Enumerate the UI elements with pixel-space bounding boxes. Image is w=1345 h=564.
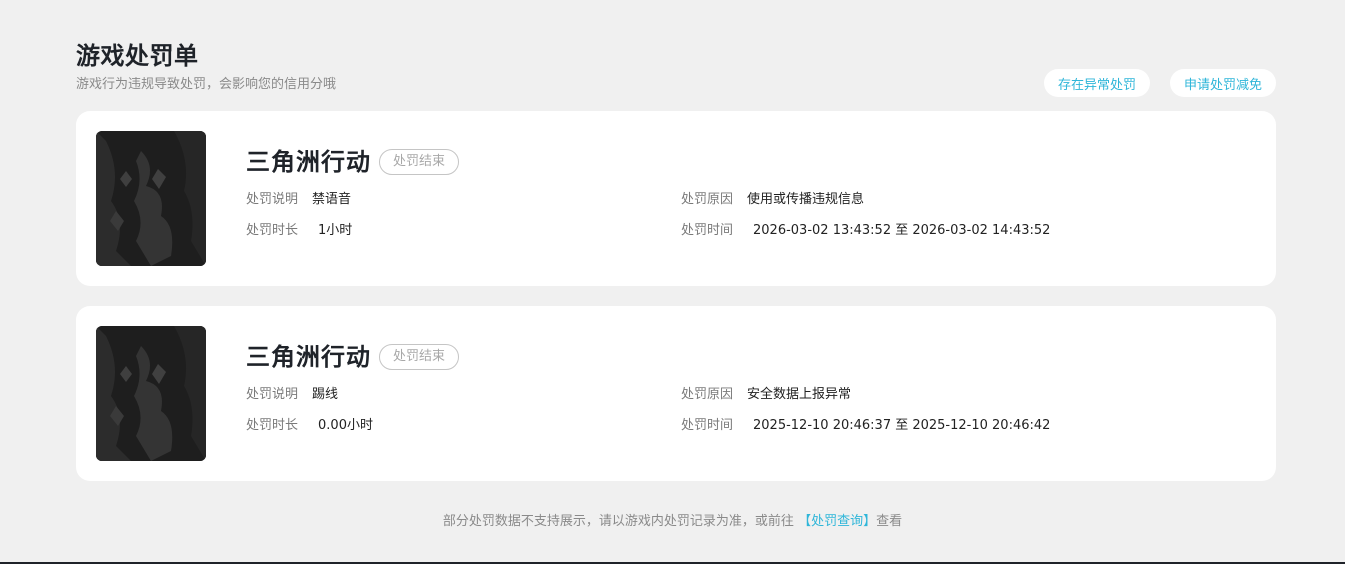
- top-actions: 存在异常处罚 申请处罚减免: [1043, 69, 1276, 97]
- penalty-reason-label: 处罚原因: [681, 387, 734, 402]
- status-badge: 处罚结束: [379, 149, 460, 175]
- penalty-reason-value: 安全数据上报异常: [747, 387, 852, 402]
- penalty-duration-value: 1小时: [318, 223, 353, 238]
- penalty-reason-value: 使用或传播违规信息: [747, 192, 865, 207]
- penalty-description-value: 踢线: [312, 387, 339, 402]
- penalty-time-label: 处罚时间: [681, 418, 734, 433]
- penalty-time-value: 2025-12-10 20:46:37 至 2025-12-10 20:46:4…: [753, 418, 1051, 433]
- penalty-duration: 处罚时长 0.00小时: [246, 417, 373, 435]
- game-title: 三角洲行动: [246, 148, 371, 176]
- game-title: 三角洲行动: [246, 343, 371, 371]
- penalty-description: 处罚说明 禁语音: [246, 191, 351, 209]
- footer-note-text: 部分处罚数据不支持展示，请以游戏内处罚记录为准，或前往: [442, 514, 794, 529]
- game-cover-image: [96, 131, 206, 266]
- penalty-reason-label: 处罚原因: [681, 192, 734, 207]
- game-cover-art: [96, 326, 206, 461]
- penalty-card: 三角洲行动 处罚结束 处罚说明 踢线 处罚时长 0.00小时 处罚原因 安全数据上报异…: [76, 306, 1276, 481]
- penalty-card: 三角洲行动 处罚结束 处罚说明 禁语音 处罚时长 1小时 处罚原因 使用或传播违规信息…: [76, 111, 1276, 286]
- penalty-description: 处罚说明 踢线: [246, 386, 338, 404]
- penalty-reason: 处罚原因 使用或传播违规信息: [681, 191, 864, 209]
- footer-note-suffix: 查看: [876, 514, 903, 529]
- penalty-time: 处罚时间 2025-12-10 20:46:37 至 2025-12-10 20:…: [681, 417, 1050, 435]
- page-header: 游戏处罚单 游戏行为违规导致处罚，会影响您的信用分哦: [76, 40, 336, 94]
- page-subtitle: 游戏行为违规导致处罚，会影响您的信用分哦: [76, 77, 337, 92]
- page-title: 游戏处罚单: [76, 42, 199, 70]
- penalty-time: 处罚时间 2026-03-02 13:43:52 至 2026-03-02 14:…: [681, 222, 1050, 240]
- abnormal-penalty-button[interactable]: 存在异常处罚: [1043, 69, 1150, 97]
- penalty-duration-value: 0.00小时: [318, 418, 373, 433]
- penalty-duration: 处罚时长 1小时: [246, 222, 352, 240]
- penalty-reason: 处罚原因 安全数据上报异常: [681, 386, 851, 404]
- penalty-time-label: 处罚时间: [681, 223, 734, 238]
- penalty-description-value: 禁语音: [312, 192, 352, 207]
- penalty-query-link[interactable]: 【处罚查询】: [798, 514, 876, 529]
- appeal-reduction-button[interactable]: 申请处罚减免: [1169, 69, 1276, 97]
- penalty-time-value: 2026-03-02 13:43:52 至 2026-03-02 14:43:5…: [753, 223, 1051, 238]
- footer-note: 部分处罚数据不支持展示，请以游戏内处罚记录为准，或前往 【处罚查询】查看: [0, 513, 1345, 531]
- penalty-description-label: 处罚说明: [246, 192, 299, 207]
- penalty-description-label: 处罚说明: [246, 387, 299, 402]
- status-badge: 处罚结束: [379, 344, 460, 370]
- game-cover-image: [96, 326, 206, 461]
- penalty-duration-label: 处罚时长: [246, 418, 299, 433]
- penalty-duration-label: 处罚时长: [246, 223, 299, 238]
- game-cover-art: [96, 131, 206, 266]
